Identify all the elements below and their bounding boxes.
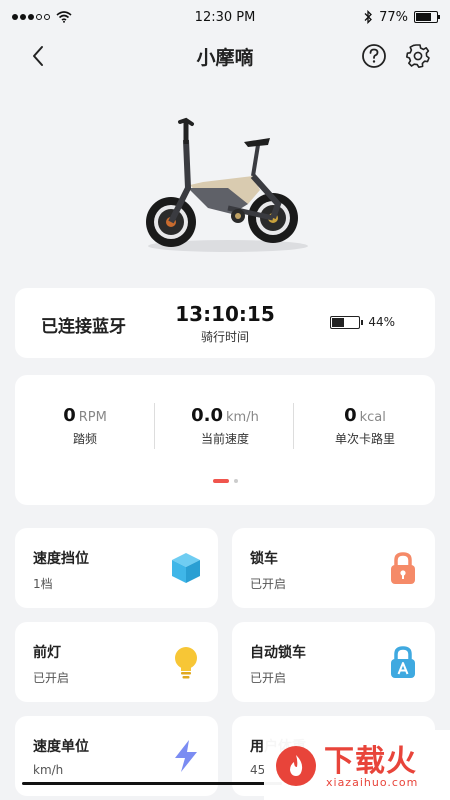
ride-time-label: 骑行时间 — [200, 330, 249, 344]
tile-subtitle: 45 — [250, 763, 266, 777]
cadence-unit: RPM — [78, 410, 107, 425]
bluetooth-icon — [364, 10, 373, 24]
calories-unit: kcal — [359, 410, 386, 425]
lightning-icon — [175, 740, 197, 772]
auto-lock-tile[interactable]: 自动锁车 已开启 — [232, 622, 435, 702]
bulb-icon — [175, 647, 197, 679]
signal-area — [12, 11, 72, 23]
speed-label: 当前速度 — [200, 432, 249, 446]
calories-stat: 0 kcal 单次卡路里 — [295, 405, 435, 447]
chevron-left-icon — [33, 46, 43, 66]
watermark-title: 下载火 — [324, 744, 417, 779]
tile-subtitle: 已开启 — [33, 671, 70, 685]
tile-title: 前灯 — [33, 645, 61, 661]
status-bar: 12:30 PM 77% — [0, 0, 450, 34]
cadence-label: 踏频 — [72, 432, 97, 446]
page-title: 小摩嘀 — [196, 46, 254, 69]
tile-subtitle: km/h — [33, 763, 64, 777]
watermark-subtitle: xiazaihuo.com — [326, 776, 419, 789]
lock-icon — [391, 552, 415, 584]
bike-image — [146, 117, 308, 252]
auto-lock-icon — [391, 646, 415, 678]
help-button[interactable] — [360, 42, 388, 70]
fire-logo-icon — [276, 746, 316, 786]
tile-title: 速度单位 — [33, 739, 89, 755]
gear-icon — [406, 44, 430, 68]
tile-subtitle: 1档 — [33, 577, 53, 591]
ride-status-card: 已连接蓝牙 13:10:15 骑行时间 44% — [15, 288, 435, 358]
lock-tile[interactable]: 锁车 已开启 — [232, 528, 435, 608]
calories-label: 单次卡路里 — [334, 432, 395, 446]
ride-stats-card[interactable]: 0 RPM 踏频 0.0 km/h 当前速度 0 kcal 单次卡路里 — [15, 375, 435, 505]
headlight-tile[interactable]: 前灯 已开启 — [15, 622, 218, 702]
tile-title: 锁车 — [250, 551, 278, 567]
wifi-icon — [56, 11, 72, 23]
cadence-stat: 0 RPM 踏频 — [15, 405, 155, 447]
signal-icon — [12, 14, 50, 20]
page-indicator — [15, 479, 435, 483]
settings-button[interactable] — [404, 42, 432, 70]
page-dot — [233, 479, 238, 483]
status-battery-text: 77% — [379, 9, 408, 25]
home-indicator — [22, 782, 282, 785]
status-battery-icon — [414, 11, 440, 23]
page-dot-active — [212, 479, 229, 483]
tile-subtitle: 已开启 — [250, 577, 287, 591]
bike-battery: 44% — [330, 315, 395, 329]
nav-bar: 小摩嘀 — [0, 34, 450, 78]
battery-icon — [330, 315, 364, 329]
calories-value: 0 — [344, 405, 357, 426]
tile-title: 速度挡位 — [33, 551, 89, 567]
back-button[interactable] — [24, 42, 52, 70]
cadence-value: 0 — [63, 405, 76, 426]
speed-value: 0.0 — [191, 405, 224, 426]
battery-percent: 44% — [368, 315, 395, 329]
cube-icon — [172, 553, 200, 583]
speed-gear-tile[interactable]: 速度挡位 1档 — [15, 528, 218, 608]
tile-title: 自动锁车 — [250, 645, 306, 661]
tile-subtitle: 已开启 — [250, 671, 287, 685]
watermark-logo: 下载火 xiazaihuo.com — [264, 730, 450, 800]
speed-stat: 0.0 km/h 当前速度 — [155, 405, 295, 447]
divider — [293, 403, 294, 449]
status-right: 77% — [363, 9, 440, 25]
speed-unit: km/h — [226, 410, 259, 425]
